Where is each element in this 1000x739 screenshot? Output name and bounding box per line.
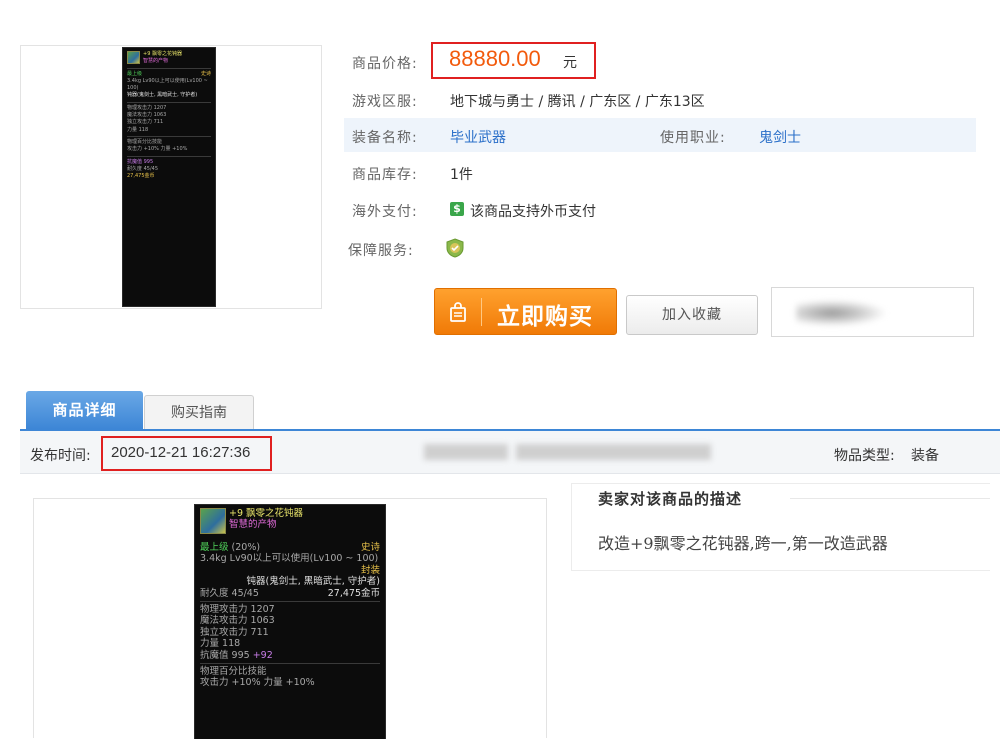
guarantee-label: 保障服务: <box>348 243 414 259</box>
stock-value: 1件 <box>450 167 473 183</box>
item-icon <box>127 51 140 64</box>
seller-description-text: 改造+9飘零之花钝器,跨一,第一改造武器 <box>598 534 888 553</box>
class-label: 使用职业: <box>660 130 726 146</box>
publish-time: 2020-12-21 16:27:36 <box>111 444 251 461</box>
item-grade-detail: 史诗 <box>360 542 380 553</box>
item-type: 钝器(鬼剑士, 黑暗武士, 守护者) <box>127 92 198 99</box>
item-phys-atk: 物理攻击力 1207 <box>127 104 167 111</box>
detail-image: +9 飘零之花钝器 智慧的产物 最上级 (20%) 史诗 3.4kg Lv90以… <box>33 498 547 739</box>
item-grade: 史诗 <box>200 70 211 77</box>
item-debuff-bonus: +92 <box>252 649 273 661</box>
item-str-detail: 力量 118 <box>200 638 241 650</box>
item-subtitle-detail: 智慧的产物 <box>229 519 277 531</box>
overseas-value: 该商品支持外币支付 <box>470 204 596 220</box>
item-name-detail: +9 飘零之花钝器 <box>229 508 304 519</box>
stock-label: 商品库存: <box>352 167 418 183</box>
item-debuff-detail: 抗魔值 995 <box>200 649 250 661</box>
item-subtitle: 智慧的产物 <box>143 58 169 65</box>
item-debuff: 抗魔值 995 <box>127 158 154 165</box>
item-type-detail: 钝器(鬼剑士, 黑暗武士, 守护者) <box>246 576 381 588</box>
item-rarity: 最上级 <box>127 70 143 77</box>
item-card-detail: +9 飘零之花钝器 智慧的产物 最上级 (20%) 史诗 3.4kg Lv90以… <box>194 504 386 739</box>
class-value-link[interactable]: 鬼剑士 <box>759 127 801 147</box>
blurred-panel <box>771 287 974 337</box>
item-bound: 封装 <box>360 564 380 576</box>
item-card-thumb: +9 飘零之花钝器 智慧的产物 最上级 史诗 3.4kg Lv90以上可以使用(L… <box>122 47 216 307</box>
item-weight-detail: 3.4kg Lv90以上可以使用(Lv100 ~ 100) <box>200 553 379 565</box>
tab-product-detail[interactable]: 商品详细 <box>26 391 143 429</box>
add-favorite-button[interactable]: 加入收藏 <box>626 295 758 335</box>
item-rarity-pct: (20%) <box>231 542 261 553</box>
shield-icon[interactable] <box>444 237 466 259</box>
equip-label: 装备名称: <box>352 130 418 146</box>
item-icon-large <box>200 508 226 534</box>
price-label: 商品价格: <box>352 56 418 72</box>
item-gold: 27,475金币 <box>127 173 155 180</box>
product-thumbnail[interactable]: +9 飘零之花钝器 智慧的产物 最上级 史诗 3.4kg Lv90以上可以使用(L… <box>20 45 322 309</box>
blurred-info-1 <box>424 444 508 460</box>
server-value: 地下城与勇士 / 腾讯 / 广东区 / 广东13区 <box>450 94 705 110</box>
divider <box>790 498 990 499</box>
item-gold-detail: 27,475金币 <box>327 587 380 599</box>
publish-label: 发布时间: <box>30 448 91 464</box>
item-weight: 3.4kg Lv90以上可以使用(Lv100 ~ 100) <box>127 77 208 92</box>
seller-description-title: 卖家对该商品的描述 <box>598 490 743 508</box>
item-ind-atk: 独立攻击力 711 <box>127 119 164 126</box>
item-skill-detail: 物理百分比技能 <box>200 666 267 678</box>
type-label: 物品类型: <box>834 448 895 464</box>
server-label: 游戏区服: <box>352 94 418 110</box>
price-value: 88880.00 <box>449 46 541 71</box>
item-mag-atk-detail: 魔法攻击力 1063 <box>200 615 275 627</box>
item-rarity-detail: 最上级 <box>200 542 229 553</box>
price-unit: 元 <box>563 55 577 71</box>
item-str: 力量 118 <box>127 126 149 133</box>
item-skill2-detail: 攻击力 +10% 力量 +10% <box>200 677 315 689</box>
buy-now-label: 立即购买 <box>497 304 593 330</box>
item-ind-atk-detail: 独立攻击力 711 <box>200 626 269 638</box>
equip-value-link[interactable]: 毕业武器 <box>450 127 506 147</box>
dollar-icon: $ <box>450 202 464 216</box>
buy-now-button[interactable]: 立即购买 <box>434 288 617 335</box>
tab-purchase-guide[interactable]: 购买指南 <box>144 395 254 429</box>
item-skill2: 攻击力 +10% 力量 +10% <box>127 146 188 153</box>
overseas-label: 海外支付: <box>352 204 418 220</box>
blurred-info-2 <box>516 444 711 460</box>
item-phys-atk-detail: 物理攻击力 1207 <box>200 604 275 616</box>
type-value: 装备 <box>911 448 939 464</box>
shopping-bag-icon <box>450 302 466 322</box>
item-durability-detail: 耐久度 45/45 <box>200 587 259 599</box>
